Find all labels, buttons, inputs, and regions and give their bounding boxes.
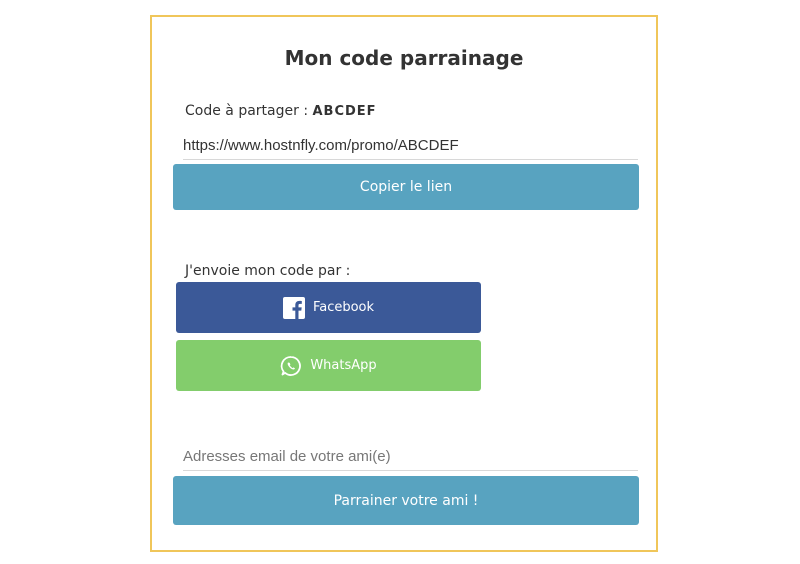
copy-link-button[interactable]: Copier le lien [173, 164, 639, 210]
whatsapp-label: WhatsApp [310, 358, 377, 373]
copy-link-label: Copier le lien [359, 179, 453, 195]
refer-friend-button[interactable]: Parrainer votre ami ! [173, 476, 639, 525]
referral-card: Mon code parrainage Code à partager : AB… [150, 15, 658, 552]
whatsapp-icon [280, 355, 302, 377]
refer-friend-label: Parrainer votre ami ! [333, 492, 479, 509]
send-label: J'envoie mon code par : [185, 263, 351, 279]
share-link-field[interactable] [183, 131, 638, 160]
whatsapp-share-button[interactable]: WhatsApp [176, 340, 481, 391]
friend-email-input[interactable] [183, 442, 638, 471]
facebook-label: Facebook [312, 300, 375, 315]
code-value: ABCDEF [312, 104, 377, 119]
facebook-icon [282, 296, 305, 319]
facebook-share-button[interactable]: Facebook [176, 282, 481, 333]
code-line: Code à partager : ABCDEF [185, 103, 377, 119]
card-title: Mon code parrainage [284, 46, 524, 70]
code-label: Code à partager : [185, 103, 313, 119]
